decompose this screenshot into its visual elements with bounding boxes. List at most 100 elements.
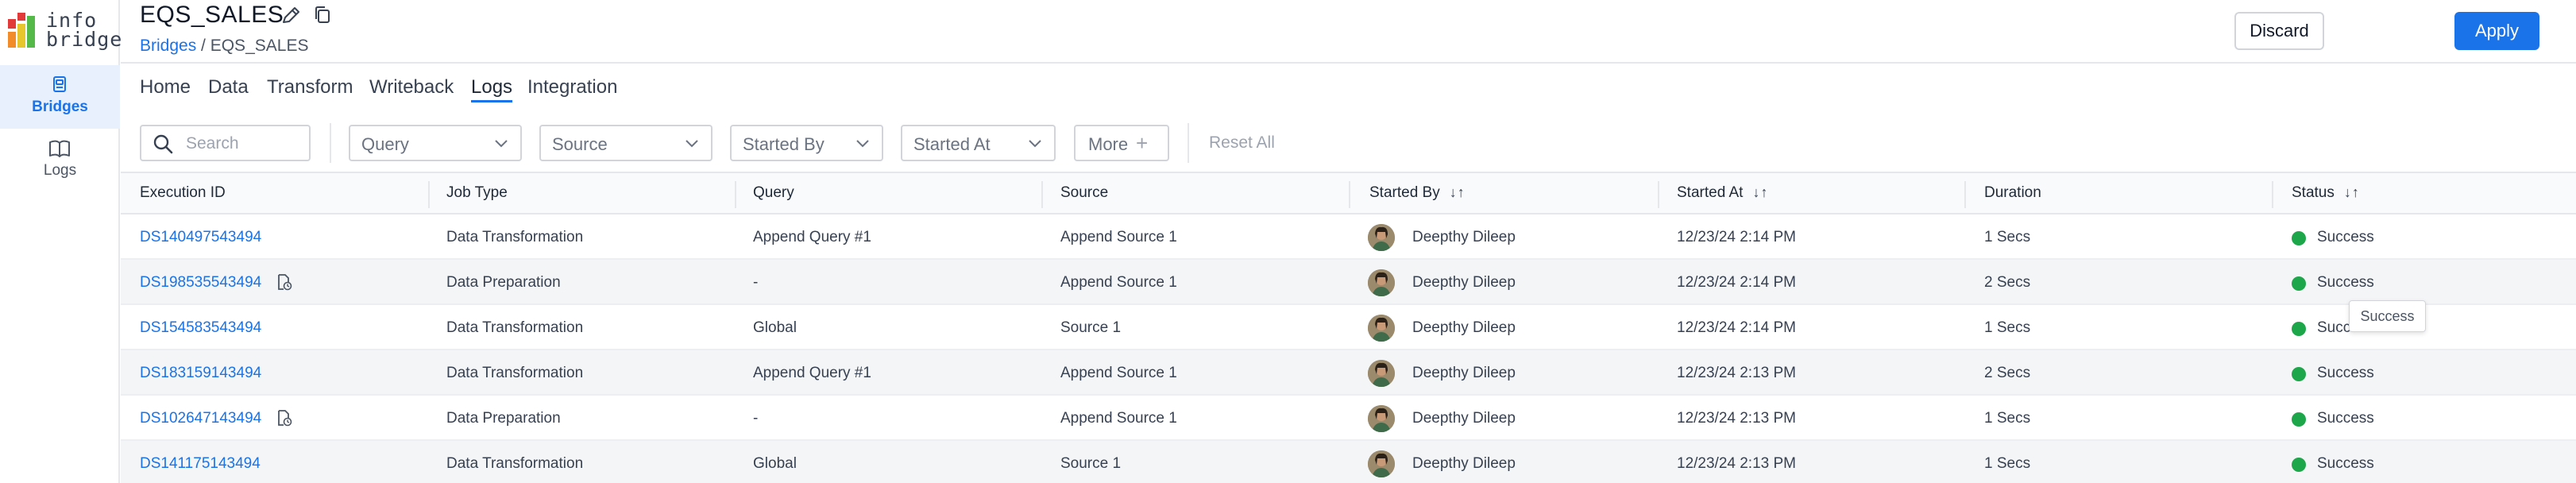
started-by-cell: Deepthy Dileep bbox=[1412, 365, 1516, 381]
source-cell: Source 1 bbox=[1060, 455, 1122, 472]
column-divider[interactable] bbox=[1349, 181, 1350, 208]
infobridge-logo[interactable]: info bridge bbox=[8, 10, 122, 51]
query-filter-dropdown[interactable]: Query bbox=[349, 125, 522, 161]
column-header-duration[interactable]: Duration bbox=[1984, 184, 2041, 202]
job-type-cell: Data Transformation bbox=[446, 229, 584, 245]
execution-id-link[interactable]: DS141175143494 bbox=[140, 455, 261, 473]
tab-writeback[interactable]: Writeback bbox=[369, 76, 454, 99]
query-cell: Global bbox=[753, 319, 797, 336]
tab-logs[interactable]: Logs bbox=[471, 76, 513, 102]
status-badge: Success bbox=[2317, 365, 2374, 381]
source-cell: Append Source 1 bbox=[1060, 274, 1177, 291]
column-divider[interactable] bbox=[1658, 181, 1659, 208]
started-at-cell: 12/23/24 2:14 PM bbox=[1677, 229, 1796, 245]
pencil-icon[interactable] bbox=[280, 5, 302, 27]
tab-data[interactable]: Data bbox=[208, 76, 249, 99]
column-header-status[interactable]: Status ↓↑ bbox=[2292, 184, 2360, 202]
table-row[interactable]: DS141175143494 Data Transformation Global S… bbox=[121, 441, 2576, 483]
status-dot-icon bbox=[2292, 412, 2306, 427]
duration-cell: 1 Secs bbox=[1984, 229, 2031, 245]
apply-button[interactable]: Apply bbox=[2454, 12, 2539, 50]
column-header-label: Execution ID bbox=[140, 184, 226, 201]
source-filter-dropdown[interactable]: Source bbox=[539, 125, 713, 161]
column-header-label: Duration bbox=[1984, 184, 2041, 201]
job-type-cell: Data Transformation bbox=[446, 455, 584, 472]
status-dot-icon bbox=[2292, 458, 2306, 472]
sidebar: info bridge Bridges Logs bbox=[0, 0, 122, 483]
page-header: EQS_SALES Bridges / EQS_SALES Discard Ap… bbox=[121, 0, 2576, 64]
reset-all-button[interactable]: Reset All bbox=[1209, 133, 1275, 153]
execution-id-link[interactable]: DS102647143494 bbox=[140, 410, 261, 427]
more-label: More bbox=[1088, 134, 1129, 154]
breadcrumb-current: EQS_SALES bbox=[210, 37, 309, 55]
sidebar-item-label: Bridges bbox=[32, 99, 88, 115]
execution-id-link[interactable]: DS198535543494 bbox=[140, 274, 261, 292]
table-row[interactable]: DS140497543494 Data Transformation Append … bbox=[121, 214, 2576, 260]
copy-icon[interactable] bbox=[311, 4, 334, 26]
column-header-started-at[interactable]: Started At ↓↑ bbox=[1677, 184, 1768, 202]
sort-arrows-icon[interactable]: ↓↑ bbox=[2344, 184, 2360, 200]
table-row[interactable]: DS183159143494 Data Transformation Append … bbox=[121, 350, 2576, 396]
discard-button[interactable]: Discard bbox=[2234, 12, 2324, 50]
avatar bbox=[1368, 224, 1395, 251]
search-box bbox=[140, 125, 311, 161]
column-divider[interactable] bbox=[2272, 181, 2273, 208]
started-by-filter-dropdown[interactable]: Started By bbox=[730, 125, 883, 161]
started-at-cell: 12/23/24 2:14 PM bbox=[1677, 319, 1796, 336]
execution-id-link[interactable]: DS183159143494 bbox=[140, 365, 261, 382]
job-type-cell: Data Transformation bbox=[446, 319, 584, 336]
started-by-cell: Deepthy Dileep bbox=[1412, 319, 1516, 336]
column-divider[interactable] bbox=[1964, 181, 1966, 208]
filter-divider bbox=[1188, 123, 1189, 163]
job-type-cell: Data Transformation bbox=[446, 365, 584, 381]
status-badge: Success bbox=[2317, 410, 2374, 427]
document-clock-icon[interactable] bbox=[275, 273, 292, 291]
table-row[interactable]: DS154583543494 Data Transformation Global S… bbox=[121, 305, 2576, 350]
query-cell: Global bbox=[753, 455, 797, 472]
breadcrumb-separator: / bbox=[196, 37, 210, 55]
avatar bbox=[1368, 450, 1395, 477]
execution-id-link[interactable]: DS140497543494 bbox=[140, 229, 261, 246]
dropdown-label: Started By bbox=[743, 134, 825, 154]
tab-home[interactable]: Home bbox=[140, 76, 191, 99]
duration-cell: 2 Secs bbox=[1984, 274, 2031, 291]
table-row[interactable]: DS102647143494 Data Preparation - Append So… bbox=[121, 396, 2576, 441]
column-divider[interactable] bbox=[1041, 181, 1043, 208]
search-input[interactable] bbox=[186, 133, 305, 155]
execution-id-link[interactable]: DS154583543494 bbox=[140, 319, 261, 337]
status-badge: Success bbox=[2317, 274, 2374, 291]
breadcrumb-link-bridges[interactable]: Bridges bbox=[140, 37, 196, 55]
column-header-started-by[interactable]: Started By ↓↑ bbox=[1369, 184, 1466, 202]
sort-arrows-icon[interactable]: ↓↑ bbox=[1450, 184, 1466, 200]
column-header-query[interactable]: Query bbox=[753, 184, 794, 202]
column-header-label: Started By bbox=[1369, 184, 1440, 201]
column-divider[interactable] bbox=[735, 181, 736, 208]
column-header-job-type[interactable]: Job Type bbox=[446, 184, 508, 202]
column-divider[interactable] bbox=[428, 181, 430, 208]
sort-arrows-icon[interactable]: ↓↑ bbox=[1752, 184, 1768, 200]
job-type-cell: Data Preparation bbox=[446, 410, 561, 427]
column-header-execution-id[interactable]: Execution ID bbox=[140, 184, 226, 202]
started-at-filter-dropdown[interactable]: Started At bbox=[901, 125, 1056, 161]
sidebar-item-logs[interactable]: Logs bbox=[0, 129, 120, 192]
more-filters-button[interactable]: More + bbox=[1074, 125, 1169, 161]
table-row[interactable]: DS198535543494 Data Preparation - Append So… bbox=[121, 260, 2576, 305]
page-title: EQS_SALES bbox=[140, 2, 284, 28]
sidebar-item-bridges[interactable]: Bridges bbox=[0, 65, 120, 129]
source-cell: Source 1 bbox=[1060, 319, 1122, 336]
dropdown-label: Source bbox=[552, 134, 608, 154]
started-at-cell: 12/23/24 2:13 PM bbox=[1677, 365, 1796, 381]
started-at-cell: 12/23/24 2:14 PM bbox=[1677, 274, 1796, 291]
chevron-down-icon bbox=[495, 140, 508, 148]
sidebar-item-label: Logs bbox=[43, 162, 77, 179]
column-header-label: Query bbox=[753, 184, 794, 201]
query-cell: - bbox=[753, 274, 759, 291]
column-header-source[interactable]: Source bbox=[1060, 184, 1108, 202]
breadcrumb: Bridges / EQS_SALES bbox=[140, 37, 308, 56]
tab-transform[interactable]: Transform bbox=[267, 76, 353, 99]
avatar bbox=[1368, 315, 1395, 342]
document-clock-icon[interactable] bbox=[275, 409, 292, 427]
started-at-cell: 12/23/24 2:13 PM bbox=[1677, 455, 1796, 472]
avatar bbox=[1368, 269, 1395, 296]
tab-integration[interactable]: Integration bbox=[527, 76, 617, 99]
